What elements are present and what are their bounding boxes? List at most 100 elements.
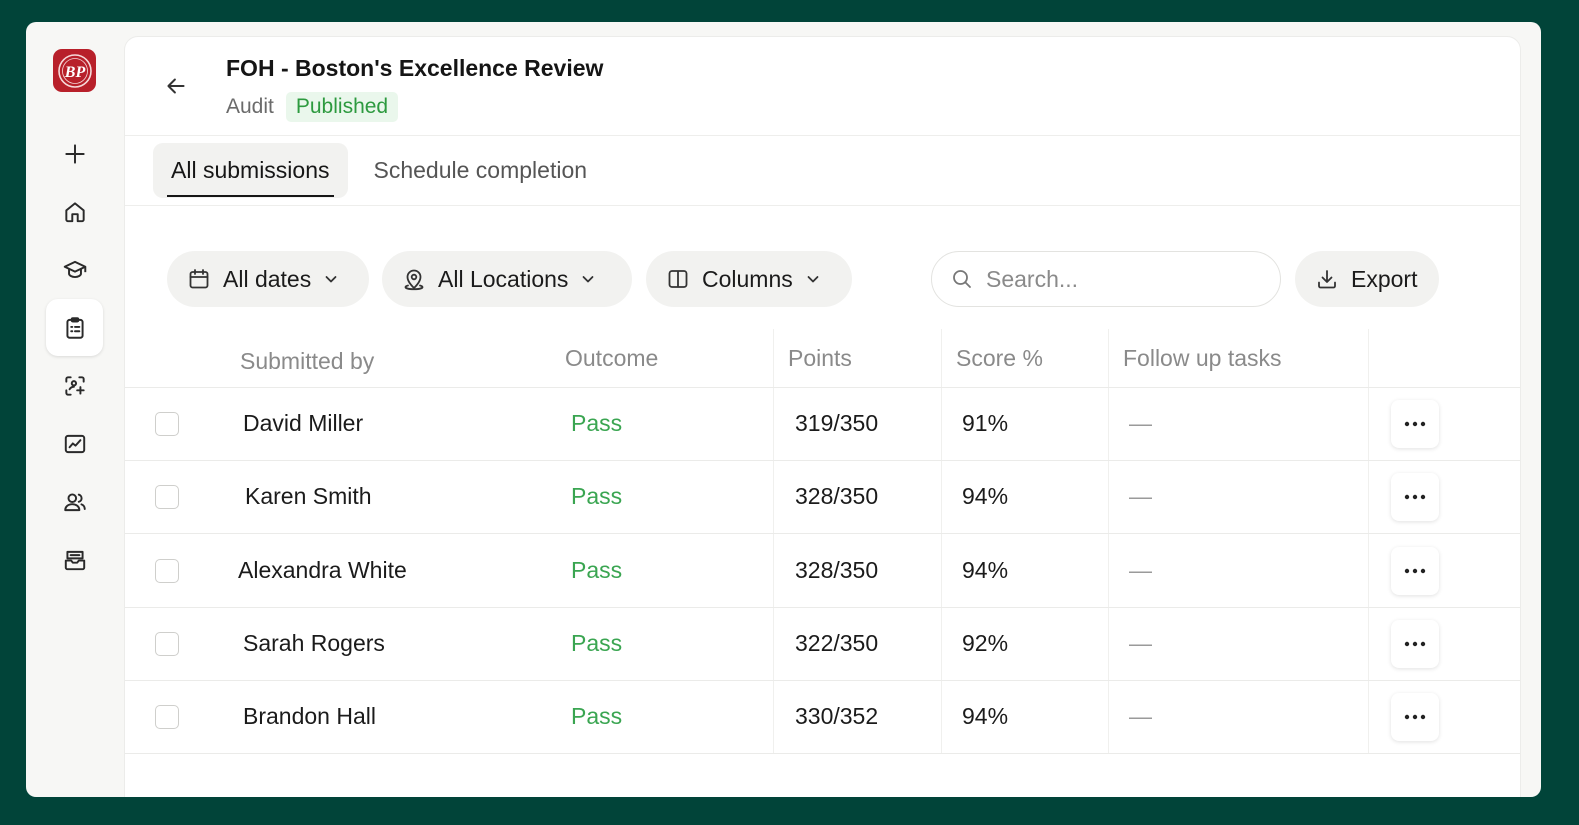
nav-inbox[interactable] [46, 531, 103, 588]
header-divider [125, 135, 1520, 136]
date-filter-label: All dates [223, 265, 312, 292]
table-row[interactable]: Sarah Rogers Pass 322/350 92% — [125, 608, 1520, 681]
export-label: Export [1351, 265, 1418, 292]
submitter-name[interactable]: Brandon Hall [243, 703, 376, 730]
chevron-down-icon [805, 271, 821, 287]
outcome-value: Pass [571, 556, 623, 583]
row-checkbox[interactable] [155, 705, 179, 730]
chevron-down-icon [323, 271, 339, 287]
chart-icon [64, 434, 85, 453]
search-icon [950, 267, 974, 291]
follow-up-tasks-value: — [1129, 703, 1152, 730]
nav-reports[interactable] [46, 415, 103, 472]
row-more-button[interactable] [1391, 619, 1439, 668]
more-horizontal-icon [1404, 421, 1426, 427]
column-header-score[interactable]: Score % [956, 345, 1043, 372]
column-header-outcome[interactable]: Outcome [565, 345, 658, 372]
outcome-value: Pass [571, 703, 623, 730]
home-icon [64, 201, 85, 222]
row-more-button[interactable] [1391, 473, 1439, 522]
submitter-name[interactable]: Alexandra White [238, 557, 407, 584]
submitter-name[interactable]: David Miller [243, 410, 363, 437]
row-checkbox[interactable] [155, 558, 179, 583]
score-value: 94% [962, 556, 1009, 583]
status-badge: Published [285, 92, 399, 122]
form-type-label: Audit [226, 95, 274, 118]
row-checkbox[interactable] [155, 485, 179, 510]
follow-up-tasks-value: — [1129, 483, 1152, 510]
column-header-points[interactable]: Points [788, 345, 852, 372]
clipboard-icon [65, 316, 84, 339]
outcome-value: Pass [571, 629, 623, 656]
more-horizontal-icon [1404, 714, 1426, 720]
columns-filter-label: Columns [702, 265, 793, 292]
points-value: 322/350 [795, 629, 879, 656]
map-pin-icon [402, 267, 426, 291]
tab-bar: All submissions Schedule completion [153, 143, 605, 198]
score-value: 92% [962, 629, 1009, 656]
svg-text:BP: BP [63, 64, 85, 81]
sidebar: BP [26, 22, 124, 797]
table-row[interactable]: Alexandra White Pass 328/350 94% — [125, 535, 1520, 608]
nav-home[interactable] [46, 183, 103, 240]
tabs-divider [125, 205, 1520, 206]
table-row[interactable]: Karen Smith Pass 328/350 94% — [125, 461, 1520, 535]
follow-up-tasks-value: — [1129, 556, 1152, 583]
chevron-down-icon [580, 271, 596, 287]
outcome-value: Pass [571, 483, 623, 510]
row-more-button[interactable] [1391, 546, 1439, 595]
score-value: 94% [962, 483, 1009, 510]
columns-icon [666, 267, 690, 291]
score-value: 91% [962, 410, 1009, 436]
table-row[interactable]: David Miller Pass 319/350 91% — [125, 388, 1520, 461]
nav-team[interactable] [46, 473, 103, 530]
calendar-icon [187, 267, 211, 291]
scan-sparkle-icon [64, 375, 85, 396]
row-checkbox[interactable] [155, 412, 179, 436]
new-item-button[interactable] [46, 125, 103, 182]
users-icon [63, 492, 86, 511]
plus-icon [64, 143, 85, 164]
graduation-cap-icon [63, 260, 86, 278]
row-more-button[interactable] [1391, 693, 1439, 742]
search-input[interactable] [986, 265, 1246, 293]
tab-schedule-completion[interactable]: Schedule completion [356, 143, 606, 198]
main-panel: FOH - Boston's Excellence Review Audit P… [124, 36, 1521, 797]
row-checkbox[interactable] [155, 631, 179, 656]
arrow-left-icon [167, 78, 185, 94]
more-horizontal-icon [1404, 641, 1426, 647]
more-horizontal-icon [1404, 495, 1426, 500]
column-header-submitted-by[interactable]: Submitted by [240, 348, 374, 375]
app-window: BP FOH - Boston's Excellence Review Audi… [26, 22, 1541, 797]
outcome-value: Pass [571, 410, 623, 436]
nav-audits[interactable] [46, 299, 103, 356]
search-box[interactable] [931, 251, 1281, 307]
columns-filter[interactable]: Columns [646, 251, 852, 307]
page-subtitle: Audit Published [226, 92, 399, 122]
submitter-name[interactable]: Karen Smith [245, 483, 372, 510]
follow-up-tasks-value: — [1129, 629, 1152, 656]
page-title: FOH - Boston's Excellence Review [226, 55, 604, 81]
column-header-follow-up-tasks[interactable]: Follow up tasks [1123, 345, 1282, 372]
points-value: 319/350 [795, 410, 879, 436]
inbox-icon [64, 550, 85, 570]
brand-logo[interactable]: BP [53, 49, 96, 92]
points-value: 328/350 [795, 556, 879, 583]
nav-scan[interactable] [46, 357, 103, 414]
points-value: 330/352 [795, 703, 879, 730]
export-button[interactable]: Export [1295, 251, 1440, 307]
tab-all-submissions[interactable]: All submissions [153, 143, 348, 198]
more-horizontal-icon [1404, 568, 1426, 573]
back-button[interactable] [159, 69, 193, 103]
date-filter[interactable]: All dates [167, 251, 369, 307]
table-row[interactable]: Brandon Hall Pass 330/352 94% — [125, 681, 1520, 755]
row-more-button[interactable] [1391, 400, 1439, 448]
submitter-name[interactable]: Sarah Rogers [243, 630, 385, 657]
location-filter-label: All Locations [438, 265, 569, 292]
logo-emblem: BP [57, 53, 92, 88]
location-filter[interactable]: All Locations [382, 251, 632, 307]
score-value: 94% [962, 703, 1009, 730]
follow-up-tasks-value: — [1129, 410, 1152, 436]
download-icon [1315, 267, 1339, 291]
nav-training[interactable] [46, 241, 103, 298]
